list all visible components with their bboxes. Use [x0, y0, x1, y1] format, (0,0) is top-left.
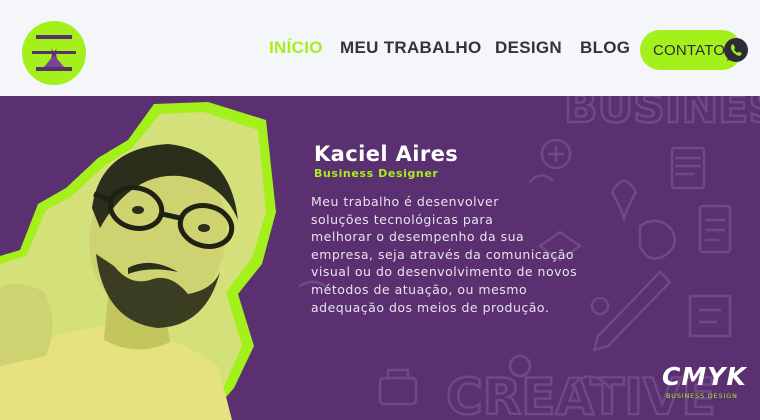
bio-line: melhorar o desempenho da sua [311, 229, 525, 245]
bio-line: Meu trabalho é desenvolver [311, 194, 499, 209]
brand-subtitle: BUSINESS DESIGN [666, 392, 738, 400]
bio-line: adequação dos meios de produção. [311, 299, 550, 315]
profile-role: Business Designer [314, 167, 439, 180]
cmyk-brand-logo: CMYK BUSINESS DESIGN [662, 362, 746, 402]
contact-button[interactable]: CONTATO [640, 30, 748, 70]
bio-line: empresa, seja através da comunicação [311, 246, 575, 262]
profile-name: Kaciel Aires [314, 142, 459, 166]
brand-mark: CMYK [662, 362, 747, 391]
profile-bio: Meu trabalho é desenvolver soluções tecn… [311, 193, 611, 316]
nav-item-design[interactable]: DESIGN [495, 38, 562, 58]
bio-line: métodos de atuação, ou mesmo [311, 281, 528, 297]
bio-line: visual ou do desenvolvimento de novos [311, 264, 578, 280]
nav-item-blog[interactable]: BLOG [580, 38, 630, 58]
profile-photo [0, 102, 276, 420]
nav-item-inicio[interactable]: INÍCIO [269, 38, 323, 58]
hero-section: BUSINESS CREATIVE Kaciel Aires Bu [0, 96, 760, 420]
site-header: INÍCIO MEU TRABALHO DESIGN BLOG CONTATO [0, 0, 760, 96]
nav-item-meu-trabalho[interactable]: MEU TRABALHO [340, 38, 481, 58]
contact-button-label: CONTATO [653, 42, 726, 59]
whatsapp-icon [724, 38, 748, 62]
bio-line: soluções tecnológicas para [311, 211, 494, 227]
background-word-business: BUSINESS [564, 96, 760, 133]
